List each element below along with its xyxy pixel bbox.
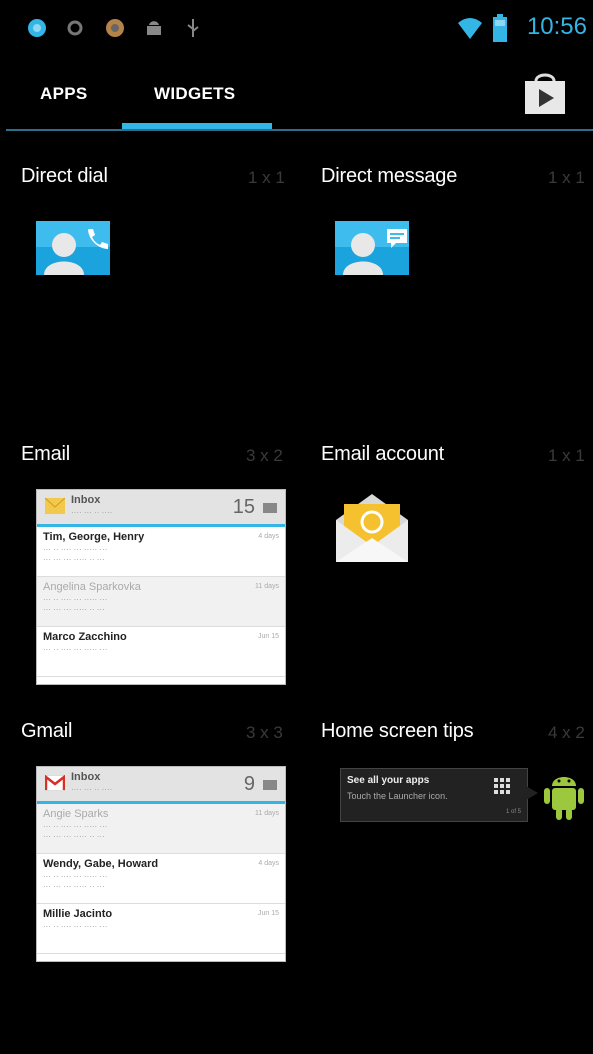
battery-icon	[493, 14, 507, 42]
tips-text: Touch the Launcher icon.	[347, 791, 448, 801]
email-account-icon[interactable]	[334, 490, 410, 562]
mail-header-account: ···· ··· ·· ····	[71, 508, 113, 517]
email-widget-preview[interactable]: Inbox ···· ··· ·· ···· 15 Tim, George, H…	[36, 489, 286, 685]
widget-size: 3 x 3	[246, 723, 283, 742]
wifi-icon	[458, 18, 482, 39]
widget-size: 1 x 1	[548, 168, 585, 187]
tab-bar: APPS WIDGETS	[0, 56, 593, 134]
widget-title: Direct message	[321, 165, 458, 187]
tips-pointer-icon	[526, 786, 538, 800]
sender: Wendy, Gabe, Howard	[43, 858, 159, 870]
mail-header-inbox: Inbox	[71, 494, 101, 506]
timestamp: 4 days	[258, 533, 279, 540]
play-store-icon[interactable]	[522, 71, 568, 115]
direct-dial-icon[interactable]	[36, 221, 110, 275]
widget-title: Gmail	[21, 720, 73, 742]
sender: Tim, George, Henry	[43, 531, 145, 543]
tips-title: See all your apps	[347, 775, 430, 786]
android-debug-icon	[147, 21, 161, 35]
snippet: ··· ·· ···· ··· ····· ···	[43, 645, 108, 654]
gmail-app-icon	[45, 775, 65, 791]
mail-header-inbox: Inbox	[71, 771, 101, 783]
list-item[interactable]: Angelina Sparkovka 11 days ··· ·· ···· ·…	[37, 577, 285, 627]
list-item[interactable]: Angie Sparks 11 days ··· ·· ···· ··· ···…	[37, 804, 285, 854]
snippet: ··· ·· ···· ··· ····· ··· ··· ··· ··· ···…	[43, 595, 108, 614]
unread-count: 15	[232, 496, 255, 518]
list-item[interactable]: Marco Zacchino Jun 15 ··· ·· ···· ··· ··…	[37, 627, 285, 677]
status-bar: 10:56	[0, 0, 593, 56]
list-item[interactable]: Millie Jacinto Jun 15 ··· ·· ···· ··· ··…	[37, 904, 285, 954]
sender: Angie Sparks	[43, 808, 109, 820]
gmail-widget-preview[interactable]: Inbox ···· ··· ·· ···· 9 Angie Sparks 11…	[36, 766, 286, 962]
snippet: ··· ·· ···· ··· ····· ··· ··· ··· ··· ···…	[43, 822, 108, 841]
timestamp: Jun 15	[257, 910, 279, 917]
envelope-icon	[263, 503, 277, 513]
mail-header-account: ···· ··· ·· ····	[71, 785, 113, 794]
chrome-icon	[106, 19, 124, 37]
mail-header: Inbox ···· ··· ·· ···· 15	[37, 490, 285, 527]
list-item[interactable]: Wendy, Gabe, Howard 4 days ··· ·· ···· ·…	[37, 854, 285, 904]
list-item[interactable]: Tim, George, Henry 4 days ··· ·· ···· ··…	[37, 527, 285, 577]
widget-title: Email	[21, 443, 71, 465]
clock: 10:56	[526, 13, 587, 40]
widget-title: Home screen tips	[321, 720, 474, 742]
launcher-grid-icon	[494, 778, 510, 794]
timestamp: 11 days	[255, 583, 279, 590]
tab-apps[interactable]: APPS	[40, 84, 88, 104]
envelope-icon	[263, 780, 277, 790]
snippet: ··· ·· ···· ··· ····· ··· ··· ··· ··· ···…	[43, 872, 108, 891]
snippet: ··· ·· ···· ··· ····· ··· ··· ··· ··· ···…	[43, 545, 108, 564]
widget-size: 4 x 2	[548, 723, 585, 742]
widget-title: Email account	[321, 443, 445, 465]
widget-title: Direct dial	[21, 165, 108, 187]
timestamp: 11 days	[255, 810, 279, 817]
snippet: ··· ·· ···· ··· ····· ···	[43, 922, 108, 931]
usb-icon	[187, 19, 199, 37]
sender: Angelina Sparkovka	[43, 581, 141, 593]
android-robot-icon	[544, 777, 584, 820]
tips-page: 1 of 5	[505, 809, 521, 815]
globe-icon	[28, 19, 46, 37]
email-app-icon	[45, 498, 65, 514]
widget-size: 3 x 2	[246, 446, 283, 465]
unread-count: 9	[243, 773, 255, 795]
sender: Millie Jacinto	[43, 908, 113, 920]
notification-dot-icon	[67, 20, 83, 36]
timestamp: 4 days	[258, 860, 279, 867]
timestamp: Jun 15	[257, 633, 279, 640]
tab-divider	[6, 129, 593, 131]
tab-widgets[interactable]: WIDGETS	[154, 84, 235, 104]
mail-header: Inbox ···· ··· ·· ···· 9	[37, 767, 285, 804]
tips-card: See all your apps Touch the Launcher ico…	[340, 768, 528, 822]
widget-size: 1 x 1	[548, 446, 585, 465]
sender: Marco Zacchino	[43, 631, 127, 643]
direct-message-icon[interactable]	[335, 221, 409, 275]
widget-size: 1 x 1	[248, 168, 285, 187]
